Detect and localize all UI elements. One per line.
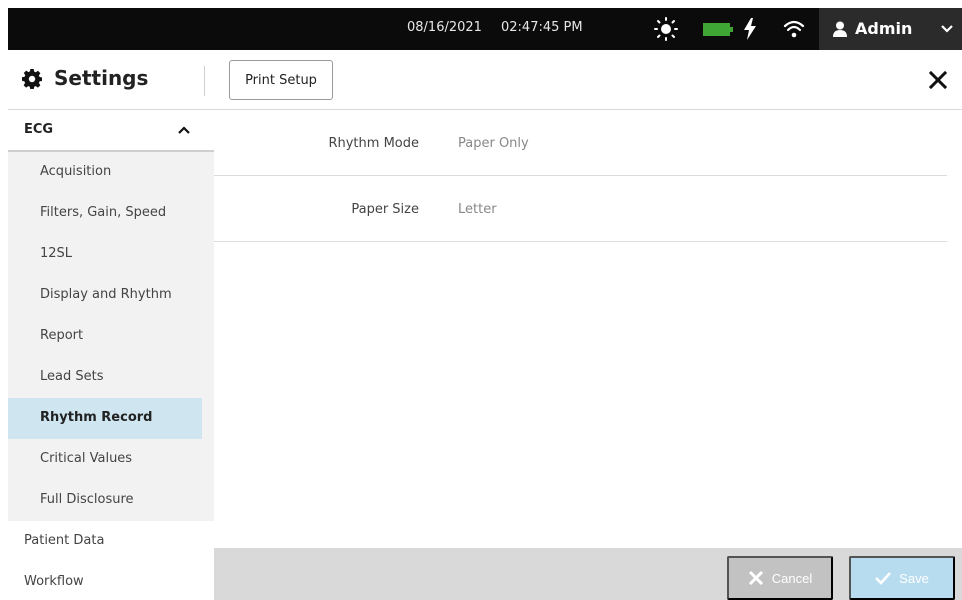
gear-icon xyxy=(22,69,42,89)
cancel-button[interactable]: Cancel xyxy=(727,556,833,600)
close-icon[interactable] xyxy=(928,70,948,90)
user-menu[interactable]: Admin xyxy=(819,8,962,50)
save-label: Save xyxy=(899,570,929,586)
cancel-label: Cancel xyxy=(771,570,813,586)
status-bar: 08/16/2021 02:47:45 PM Admin xyxy=(8,8,962,50)
close-icon xyxy=(748,570,763,586)
chevron-up-icon xyxy=(178,126,190,134)
setting-row-paper-size[interactable]: Paper Size Letter xyxy=(214,176,947,242)
charging-bolt-icon xyxy=(744,18,756,40)
status-date: 08/16/2021 xyxy=(407,20,482,35)
action-footer: Cancel Save xyxy=(214,548,962,600)
sidebar-item-label: Workflow xyxy=(24,574,84,589)
sidebar-section-label: ECG xyxy=(24,122,54,137)
sidebar-item-label: Rhythm Record xyxy=(40,410,153,425)
sidebar-item-full-disclosure[interactable]: Full Disclosure xyxy=(8,480,202,521)
setting-value[interactable]: Letter xyxy=(458,202,497,217)
header-divider xyxy=(204,66,205,96)
chevron-down-icon xyxy=(941,25,953,33)
status-time: 02:47:45 PM xyxy=(501,20,583,35)
battery-icon xyxy=(703,23,733,36)
setting-row-rhythm-mode[interactable]: Rhythm Mode Paper Only xyxy=(214,110,947,176)
setting-label: Paper Size xyxy=(351,202,419,217)
sidebar-item-label: Patient Data xyxy=(24,533,105,548)
sidebar-item-filters-gain-speed[interactable]: Filters, Gain, Speed xyxy=(8,193,202,234)
sidebar-item-lead-sets[interactable]: Lead Sets xyxy=(8,357,202,398)
user-icon xyxy=(833,21,847,37)
sidebar-item-critical-values[interactable]: Critical Values xyxy=(8,439,202,480)
user-name: Admin xyxy=(855,19,913,38)
sidebar-item-label: Critical Values xyxy=(40,451,133,466)
sidebar-item-label: Lead Sets xyxy=(40,369,104,384)
setting-value[interactable]: Paper Only xyxy=(458,136,529,151)
sidebar-item-acquisition[interactable]: Acquisition xyxy=(8,152,202,193)
save-button[interactable]: Save xyxy=(849,556,955,600)
sidebar-item-display-and-rhythm[interactable]: Display and Rhythm xyxy=(8,275,202,316)
sidebar-item-patient-data[interactable]: Patient Data xyxy=(8,521,214,562)
sidebar-item-report[interactable]: Report xyxy=(8,316,202,357)
sidebar-item-label: Full Disclosure xyxy=(40,492,134,507)
setting-label: Rhythm Mode xyxy=(328,136,419,151)
sidebar-item-label: Display and Rhythm xyxy=(40,287,172,302)
settings-content: Rhythm Mode Paper Only Paper Size Letter xyxy=(214,110,962,548)
wifi-icon[interactable] xyxy=(783,19,805,39)
sidebar-item-label: Filters, Gain, Speed xyxy=(40,205,167,220)
sidebar-item-rhythm-record[interactable]: Rhythm Record xyxy=(8,398,202,439)
checkmark-icon xyxy=(875,572,892,585)
sidebar-section-ecg[interactable]: ECG xyxy=(8,110,214,152)
page-title: Settings xyxy=(54,66,149,90)
sidebar-item-label: 12SL xyxy=(40,246,73,261)
sidebar-item-label: Report xyxy=(40,328,84,343)
print-setup-button[interactable]: Print Setup xyxy=(229,60,333,100)
sidebar-item-workflow[interactable]: Workflow xyxy=(8,562,214,600)
sidebar-item-label: Acquisition xyxy=(40,164,112,179)
settings-sidebar: ECG Acquisition Filters, Gain, Speed 12S… xyxy=(8,110,214,600)
settings-header: Settings Print Setup xyxy=(8,50,962,110)
sun-icon[interactable] xyxy=(654,17,678,41)
sidebar-item-12sl[interactable]: 12SL xyxy=(8,234,202,275)
